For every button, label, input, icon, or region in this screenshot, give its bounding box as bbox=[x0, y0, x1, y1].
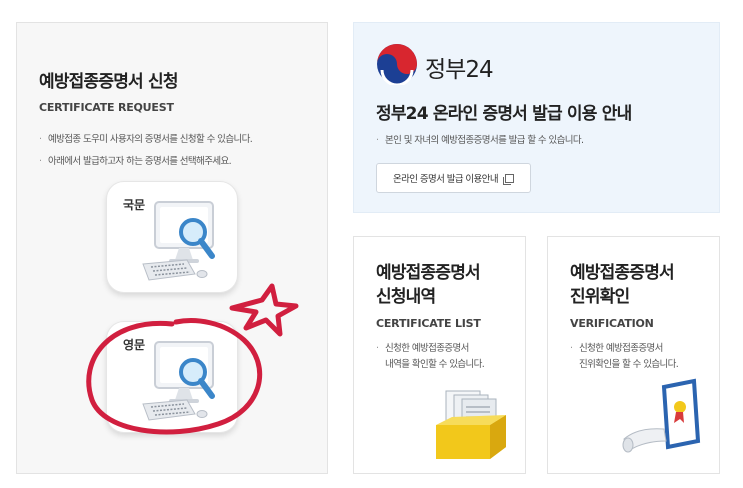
certificate-request-panel: 예방접종증명서 신청 CERTIFICATE REQUEST 예방접종 도우미 … bbox=[16, 22, 328, 474]
document-box-icon bbox=[436, 390, 506, 459]
request-bullet-2: 아래에서 발급하고자 하는 증명서를 선택해주세요. bbox=[39, 154, 232, 170]
english-label: 영문 bbox=[123, 338, 146, 352]
history-subtitle: CERTIFICATE LIST bbox=[376, 317, 481, 330]
new-window-icon bbox=[502, 173, 514, 185]
request-title: 예방접종증명서 신청 bbox=[39, 72, 178, 92]
history-bullet: 신청한 예방접종증명서 내역을 확인할 수 있습니다. bbox=[376, 341, 516, 373]
government-emblem-icon bbox=[377, 44, 417, 85]
gov24-guide-button[interactable]: 온라인 증명서 발급 이용안내 bbox=[376, 163, 531, 193]
verify-title: 예방접종증명서 진위확인 bbox=[570, 263, 675, 307]
gov24-title: 정부24 온라인 증명서 발급 이용 안내 bbox=[376, 104, 632, 124]
verify-subtitle: VERIFICATION bbox=[570, 317, 654, 330]
gov24-guide-label: 온라인 증명서 발급 이용안내 bbox=[393, 174, 499, 185]
request-bullet-1: 예방접종 도우미 사용자의 증명서를 신청할 수 있습니다. bbox=[39, 132, 253, 148]
verify-bullet: 신청한 예방접종증명서 진위확인을 할 수 있습니다. bbox=[570, 341, 710, 373]
certificate-list-panel[interactable]: 예방접종증명서 신청내역 CERTIFICATE LIST 신청한 예방접종증명… bbox=[353, 236, 526, 474]
gov24-panel: 정부24 정부24 온라인 증명서 발급 이용 안내 본인 및 자녀의 예방접종… bbox=[353, 22, 720, 213]
korean-label: 국문 bbox=[123, 198, 146, 212]
request-subtitle: CERTIFICATE REQUEST bbox=[39, 101, 174, 114]
verification-panel[interactable]: 예방접종증명서 진위확인 VERIFICATION 신청한 예방접종증명서 진위… bbox=[547, 236, 720, 474]
gov24-brand: 정부24 bbox=[425, 57, 494, 83]
gov24-bullet: 본인 및 자녀의 예방접종증명서를 발급 할 수 있습니다. bbox=[376, 133, 584, 149]
computer-search-icon bbox=[142, 201, 215, 281]
certificate-icon bbox=[622, 378, 701, 453]
english-certificate-button[interactable]: 영문 bbox=[106, 321, 238, 433]
computer-search-icon bbox=[142, 341, 215, 421]
korean-certificate-button[interactable]: 국문 bbox=[106, 181, 238, 293]
history-title: 예방접종증명서 신청내역 bbox=[376, 263, 481, 307]
